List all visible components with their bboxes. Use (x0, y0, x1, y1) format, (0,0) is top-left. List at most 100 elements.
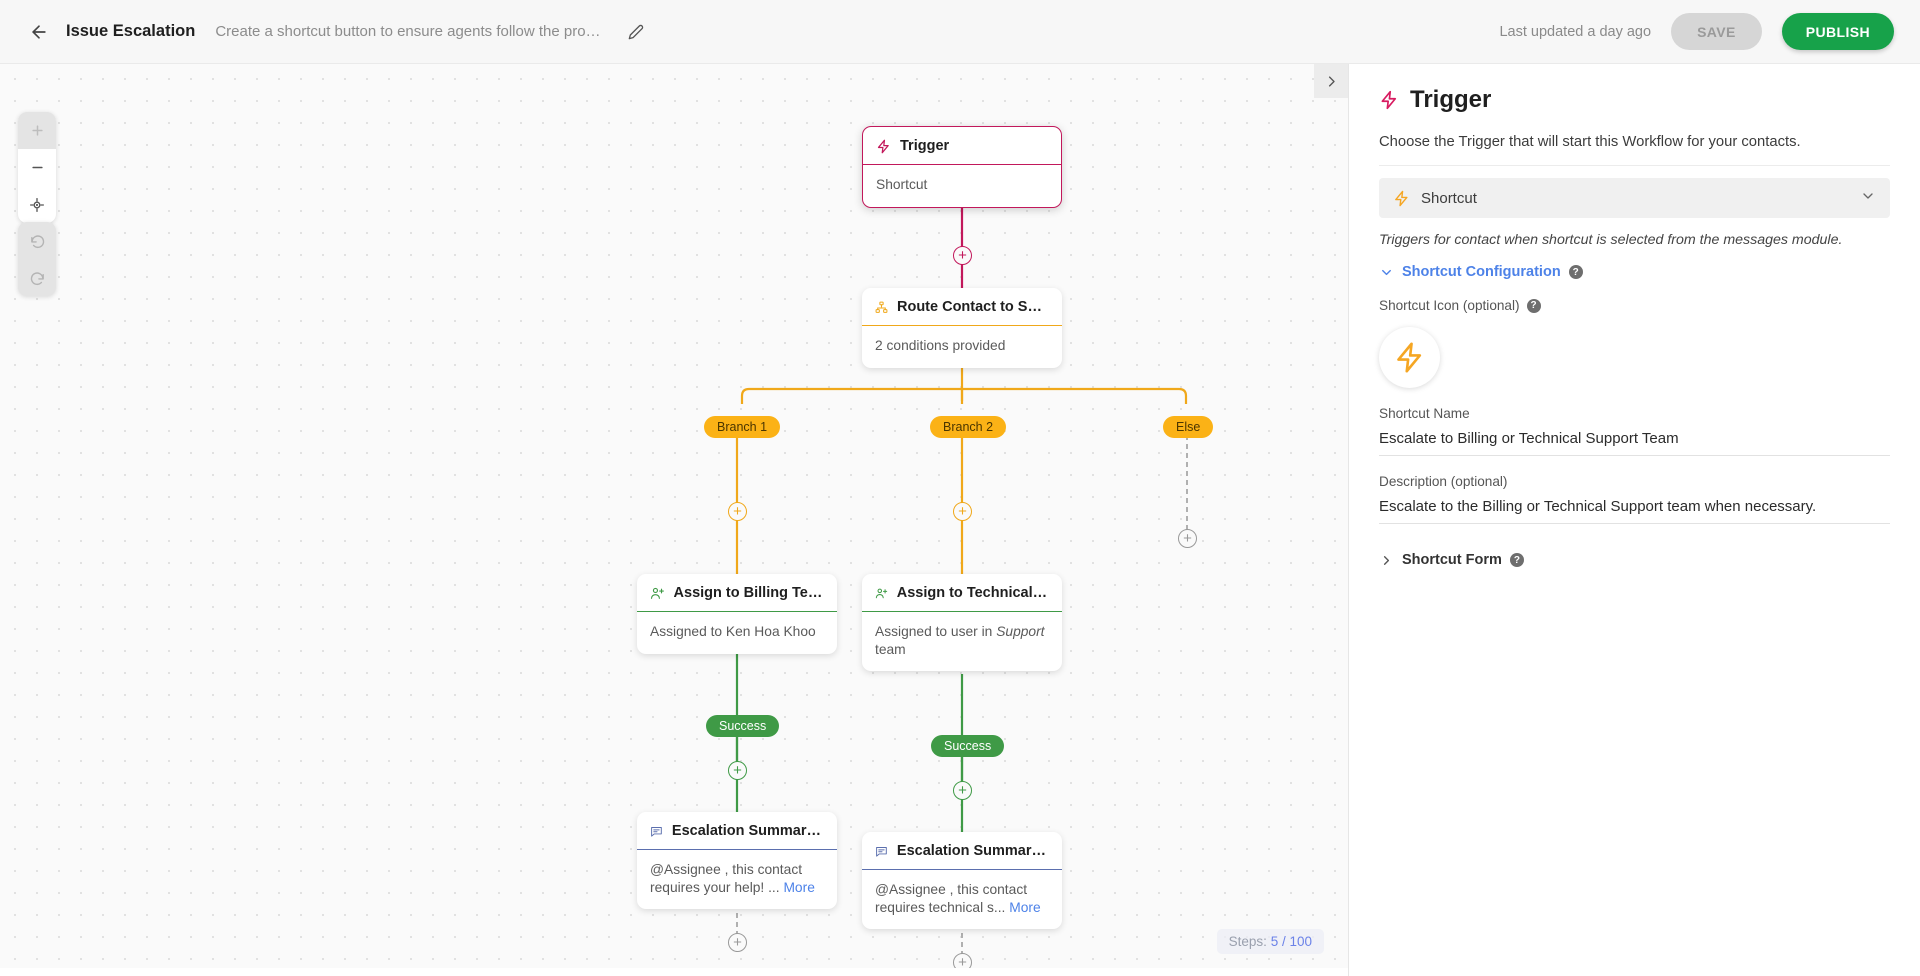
flow-node-summary-technical[interactable]: Escalation Summary to ... @Assignee , th… (862, 832, 1062, 930)
plus-glyph: + (733, 503, 742, 520)
node-title: Trigger (900, 138, 950, 154)
node-body: Shortcut (876, 177, 928, 192)
add-step-button-after-billing[interactable]: + (728, 761, 747, 780)
node-title: Escalation Summary to ... (671, 823, 824, 839)
shortcut-configuration-label: Shortcut Configuration (1402, 264, 1561, 280)
trigger-type-select[interactable]: Shortcut (1379, 178, 1890, 218)
plus-glyph: + (958, 503, 967, 520)
add-step-button-end-billing[interactable]: + (728, 933, 747, 952)
lightning-icon (1381, 90, 1397, 110)
lightning-icon (877, 139, 889, 153)
pencil-icon (628, 24, 644, 39)
top-bar: Issue Escalation Create a shortcut butto… (0, 0, 1920, 64)
success-label-billing[interactable]: Success (706, 715, 780, 737)
workflow-description: Create a shortcut button to ensure agent… (215, 23, 606, 40)
user-plus-icon (650, 587, 664, 599)
top-bar-actions: Last updated a day ago SAVE PUBLISH (1499, 13, 1894, 50)
shortcut-form-label: Shortcut Form (1402, 552, 1502, 568)
help-icon[interactable]: ? (1509, 553, 1524, 567)
add-step-button-after-trigger[interactable]: + (953, 246, 972, 265)
shortcut-icon-label-text: Shortcut Icon (optional) (1379, 298, 1520, 313)
plus-glyph: + (733, 762, 742, 779)
panel-title: Trigger (1379, 86, 1890, 114)
node-body: Assigned to Ken Hoa Khoo (650, 624, 816, 639)
description-input[interactable]: Escalate to the Billing or Technical Sup… (1379, 498, 1890, 524)
node-header: Assign to Billing Team (637, 574, 837, 611)
last-updated-text: Last updated a day ago (1499, 23, 1652, 40)
back-button[interactable] (22, 15, 56, 49)
panel-subtitle: Choose the Trigger that will start this … (1379, 134, 1801, 150)
more-link[interactable]: More (1009, 900, 1040, 915)
publish-button[interactable]: PUBLISH (1781, 13, 1894, 50)
flow-node-trigger[interactable]: Trigger Shortcut (862, 126, 1062, 208)
add-step-button-after-technical[interactable]: + (953, 781, 972, 800)
edit-title-button[interactable] (623, 19, 649, 45)
shortcut-icon-label: Shortcut Icon (optional) ? (1379, 298, 1890, 313)
flow-node-route-contact[interactable]: Route Contact to Select... 2 conditions … (862, 288, 1062, 368)
summary-text: @Assignee , this contact requires your h… (650, 862, 803, 895)
success-label-technical[interactable]: Success (931, 735, 1005, 757)
flow-node-assign-technical[interactable]: Assign to Technical Sup... Assigned to u… (862, 574, 1062, 672)
node-header: Trigger (863, 127, 1061, 164)
node-body: Assigned to user in Support team (862, 612, 1062, 671)
node-title: Assign to Technical Sup... (896, 585, 1049, 601)
flow-graph: Trigger Shortcut + Route Contact to Sele… (0, 64, 1348, 976)
canvas-bottom-strip (0, 968, 1348, 976)
branch-label-1[interactable]: Branch 1 (704, 416, 781, 438)
steps-counter: Steps: 5 / 100 (1216, 929, 1324, 954)
note-icon (876, 846, 887, 857)
plus-glyph: + (733, 934, 742, 951)
help-icon[interactable]: ? (1568, 265, 1583, 279)
assign-text-post: team (875, 641, 906, 657)
add-step-button-else[interactable]: + (1178, 529, 1197, 548)
chevron-down-icon (1382, 269, 1391, 275)
more-link[interactable]: More (783, 880, 814, 895)
lightning-icon (1397, 342, 1422, 373)
steps-label: Steps: (1228, 934, 1267, 949)
chevron-down-icon (1860, 188, 1876, 209)
node-body: @Assignee , this contact requires your h… (637, 850, 837, 909)
node-body: @Assignee , this contact requires techni… (862, 870, 1062, 929)
assign-text-pre: Assigned to user in (875, 624, 997, 639)
panel-collapse-toggle[interactable] (1314, 64, 1348, 98)
node-header: Assign to Technical Sup... (862, 574, 1062, 611)
trigger-note: Triggers for contact when shortcut is se… (1379, 232, 1843, 248)
plus-glyph: + (958, 247, 967, 264)
note-icon (651, 826, 662, 837)
node-title: Route Contact to Select... (896, 299, 1049, 315)
sitemap-icon (875, 301, 888, 313)
panel-divider (1379, 165, 1890, 166)
assign-team-name: Support (996, 624, 1045, 639)
panel-title-text: Trigger (1410, 86, 1492, 113)
help-icon[interactable]: ? (1526, 298, 1541, 313)
trigger-settings-panel: Trigger Choose the Trigger that will sta… (1348, 64, 1920, 976)
steps-value: 5 / 100 (1270, 934, 1312, 949)
flow-node-assign-billing[interactable]: Assign to Billing Team Assigned to Ken H… (637, 574, 837, 654)
node-body: 2 conditions provided (875, 338, 1006, 353)
branch-label-else[interactable]: Else (1163, 416, 1214, 438)
node-title: Escalation Summary to ... (896, 843, 1049, 859)
add-step-button-branch-2[interactable]: + (953, 502, 972, 521)
summary-text: @Assignee , this contact requires techni… (875, 882, 1028, 915)
description-label: Description (optional) (1379, 474, 1508, 489)
flow-node-summary-billing[interactable]: Escalation Summary to ... @Assignee , th… (637, 812, 837, 910)
page-title: Issue Escalation (66, 22, 196, 40)
node-header: Route Contact to Select... (862, 288, 1062, 325)
node-title: Assign to Billing Team (673, 585, 824, 601)
shortcut-name-label: Shortcut Name (1379, 406, 1470, 421)
shortcut-configuration-accordion[interactable]: Shortcut Configuration ? (1379, 264, 1890, 280)
add-step-button-branch-1[interactable]: + (728, 502, 747, 521)
save-button[interactable]: SAVE (1671, 13, 1762, 50)
branch-label-2[interactable]: Branch 2 (930, 416, 1007, 438)
workflow-canvas[interactable]: Trigger Shortcut + Route Contact to Sele… (0, 64, 1348, 976)
plus-glyph: + (1183, 530, 1192, 547)
arrow-left-icon (32, 24, 46, 39)
shortcut-icon-picker[interactable] (1379, 327, 1440, 388)
node-header: Escalation Summary to ... (862, 832, 1062, 869)
workflow-builder-app: Issue Escalation Create a shortcut butto… (0, 0, 1920, 976)
shortcut-name-input[interactable]: Escalate to Billing or Technical Support… (1379, 430, 1890, 456)
plus-glyph: + (958, 782, 967, 799)
user-plus-icon (875, 588, 888, 598)
shortcut-form-accordion[interactable]: Shortcut Form ? (1379, 552, 1890, 568)
trigger-type-value: Shortcut (1421, 189, 1477, 207)
